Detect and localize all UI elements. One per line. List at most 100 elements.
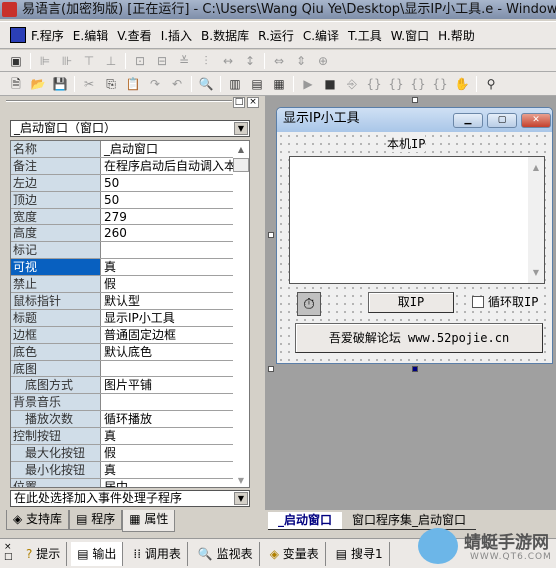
tab-watch[interactable]: 🔍 监视表 bbox=[192, 541, 260, 566]
align-top-icon[interactable]: ⊤ bbox=[81, 53, 97, 69]
property-row[interactable]: 背景音乐 bbox=[11, 394, 249, 412]
property-value[interactable]: 普通固定边框 bbox=[101, 327, 249, 343]
property-value[interactable] bbox=[101, 361, 249, 377]
menu-database[interactable]: B.数据库 bbox=[201, 27, 249, 44]
resize-handle[interactable] bbox=[268, 366, 274, 372]
resize-handle[interactable] bbox=[268, 232, 274, 238]
property-row[interactable]: 标题 显示IP小工具 bbox=[11, 309, 249, 327]
link-button[interactable]: 吾爱破解论坛 www.52pojie.cn bbox=[295, 323, 543, 353]
panel-grip[interactable] bbox=[6, 100, 232, 102]
chevron-down-icon[interactable]: ▼ bbox=[234, 122, 248, 135]
align-right-icon[interactable]: ⊪ bbox=[59, 53, 75, 69]
step-icon[interactable]: ⎆ bbox=[344, 76, 360, 92]
property-value[interactable]: 279 bbox=[101, 209, 249, 225]
menu-insert[interactable]: I.插入 bbox=[161, 27, 192, 44]
property-row[interactable]: 宽度 279 bbox=[11, 208, 249, 226]
object-combo[interactable]: _启动窗口（窗口） ▼ bbox=[10, 120, 250, 137]
menu-view[interactable]: V.查看 bbox=[117, 27, 151, 44]
property-row[interactable]: 播放次数 循环播放 bbox=[11, 411, 249, 429]
property-row[interactable]: 禁止假 bbox=[11, 276, 249, 294]
align-bottom-icon[interactable]: ⊥ bbox=[103, 53, 119, 69]
property-row[interactable]: 可视真 bbox=[11, 259, 249, 277]
tab-support-lib[interactable]: ◈ 支持库 bbox=[6, 510, 70, 530]
layout2-icon[interactable]: ▤ bbox=[249, 76, 265, 92]
center-v-icon[interactable]: ⊟ bbox=[154, 53, 170, 69]
property-row[interactable]: 左边 50 bbox=[11, 174, 249, 192]
align-center-icon[interactable]: ⫶ bbox=[198, 53, 214, 69]
align-middle-icon[interactable]: ≚ bbox=[176, 53, 192, 69]
layout1-icon[interactable]: ▥ bbox=[227, 76, 243, 92]
menu-program[interactable]: F.程序 bbox=[31, 27, 64, 44]
paste-icon[interactable]: 📋 bbox=[125, 76, 141, 92]
get-ip-button[interactable]: 取IP bbox=[368, 292, 454, 313]
property-value[interactable]: 假 bbox=[101, 445, 249, 461]
property-row[interactable]: 鼠标指针 默认型 bbox=[11, 293, 249, 310]
property-value[interactable]: _启动窗口 bbox=[101, 141, 249, 157]
property-row[interactable]: 边框 普通固定边框 bbox=[11, 326, 249, 344]
property-row[interactable]: 最小化按钮真 bbox=[11, 461, 249, 479]
binoculars-icon[interactable]: ⚲ bbox=[483, 76, 499, 92]
menu-window[interactable]: W.窗口 bbox=[391, 27, 429, 44]
property-row[interactable]: 位置 居中 bbox=[11, 478, 249, 487]
property-value[interactable]: 50 bbox=[101, 192, 249, 208]
tab-variables[interactable]: ◈ 变量表 bbox=[264, 541, 326, 566]
property-row[interactable]: 底图 bbox=[11, 360, 249, 378]
menu-help[interactable]: H.帮助 bbox=[438, 27, 475, 44]
space-h-icon[interactable]: ↔ bbox=[220, 53, 236, 69]
resize-handle[interactable] bbox=[412, 97, 418, 103]
property-value[interactable]: 循环播放 bbox=[101, 411, 249, 427]
property-row[interactable]: 控制按钮真 bbox=[11, 428, 249, 446]
open-folder-icon[interactable]: 📂 bbox=[30, 76, 46, 92]
hand-icon[interactable]: ✋ bbox=[454, 76, 470, 92]
form-icon[interactable]: ▣ bbox=[8, 53, 24, 69]
property-value[interactable] bbox=[101, 394, 249, 410]
event-combo[interactable]: 在此处选择加入事件处理子程序 ▼ bbox=[10, 490, 250, 507]
same-width-icon[interactable]: ⇔ bbox=[271, 53, 287, 69]
step-over-icon[interactable]: {} bbox=[388, 76, 404, 92]
undo-icon[interactable]: ↶ bbox=[169, 76, 185, 92]
run-icon[interactable]: ▶ bbox=[300, 76, 316, 92]
save-icon[interactable]: 💾 bbox=[52, 76, 68, 92]
ip-textbox[interactable]: ▲ ▼ bbox=[289, 156, 545, 284]
tab-start-window[interactable]: _启动窗口 bbox=[268, 512, 343, 530]
property-value[interactable]: 居中 bbox=[101, 479, 249, 487]
space-v-icon[interactable]: ↕ bbox=[242, 53, 258, 69]
property-row[interactable]: 标记 bbox=[11, 242, 249, 260]
minimize-icon[interactable]: ▁ bbox=[453, 113, 483, 128]
tab-hint[interactable]: ? 提示 bbox=[20, 541, 68, 566]
property-row[interactable]: 顶边 50 bbox=[11, 191, 249, 209]
cut-icon[interactable]: ✂ bbox=[81, 76, 97, 92]
find-icon[interactable]: 🔍 bbox=[198, 76, 214, 92]
step-out-icon[interactable]: {} bbox=[410, 76, 426, 92]
copy-icon[interactable]: ⎘ bbox=[103, 76, 119, 92]
resize-handle[interactable] bbox=[412, 366, 418, 372]
menu-run[interactable]: R.运行 bbox=[258, 27, 294, 44]
property-value[interactable] bbox=[101, 242, 249, 258]
same-height-icon[interactable]: ⇕ bbox=[293, 53, 309, 69]
menu-compile[interactable]: C.编译 bbox=[303, 27, 339, 44]
maximize-icon[interactable]: ▢ bbox=[487, 113, 517, 128]
property-row[interactable]: 备注 在程序启动后自动调入本 bbox=[11, 157, 249, 175]
layout3-icon[interactable]: ▦ bbox=[271, 76, 287, 92]
run-to-cursor-icon[interactable]: {} bbox=[432, 76, 448, 92]
property-value[interactable]: 50 bbox=[101, 175, 249, 191]
design-form[interactable]: 显示IP小工具 ▁ ▢ ✕ 本机IP ▲ ▼ ⏱ 取IP 循环取IP 吾爱破解论坛… bbox=[276, 107, 553, 364]
stop-icon[interactable]: ■ bbox=[322, 76, 338, 92]
menu-edit[interactable]: E.编辑 bbox=[73, 27, 108, 44]
property-row[interactable]: 最大化按钮假 bbox=[11, 445, 249, 462]
tab-search[interactable]: ▤ 搜寻1 bbox=[330, 541, 390, 566]
property-row[interactable]: 底色 默认底色 bbox=[11, 343, 249, 361]
property-value[interactable]: 假 bbox=[101, 276, 249, 292]
grid-scrollbar[interactable]: ▲ ▼ bbox=[233, 141, 249, 487]
tab-program[interactable]: ▤ 程序 bbox=[69, 510, 123, 530]
property-row[interactable]: 底图方式 图片平铺 bbox=[11, 377, 249, 395]
property-value[interactable]: 默认底色 bbox=[101, 344, 249, 360]
new-file-icon[interactable]: 🗎 bbox=[8, 76, 24, 92]
tab-properties[interactable]: ▦ 属性 bbox=[122, 510, 176, 532]
menu-tools[interactable]: T.工具 bbox=[348, 27, 382, 44]
step-into-icon[interactable]: {} bbox=[366, 76, 382, 92]
property-value[interactable]: 真 bbox=[101, 462, 249, 478]
redo-icon[interactable]: ↷ bbox=[147, 76, 163, 92]
close-output-icon[interactable]: × □ bbox=[4, 542, 13, 562]
property-value[interactable]: 260 bbox=[101, 225, 249, 241]
